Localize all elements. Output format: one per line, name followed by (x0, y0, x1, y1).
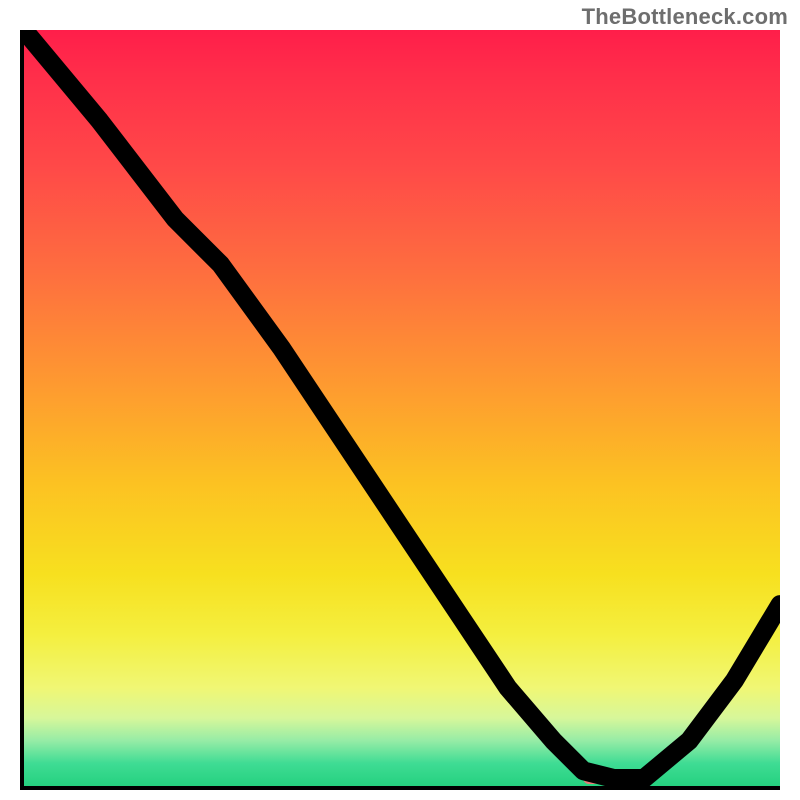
bottleneck-curve-path (24, 30, 780, 778)
curve-svg (24, 30, 780, 786)
chart-root: TheBottleneck.com (0, 0, 800, 800)
watermark-text: TheBottleneck.com (582, 4, 788, 30)
x-axis (20, 786, 780, 790)
plot-area (20, 30, 780, 790)
y-axis (20, 30, 24, 790)
